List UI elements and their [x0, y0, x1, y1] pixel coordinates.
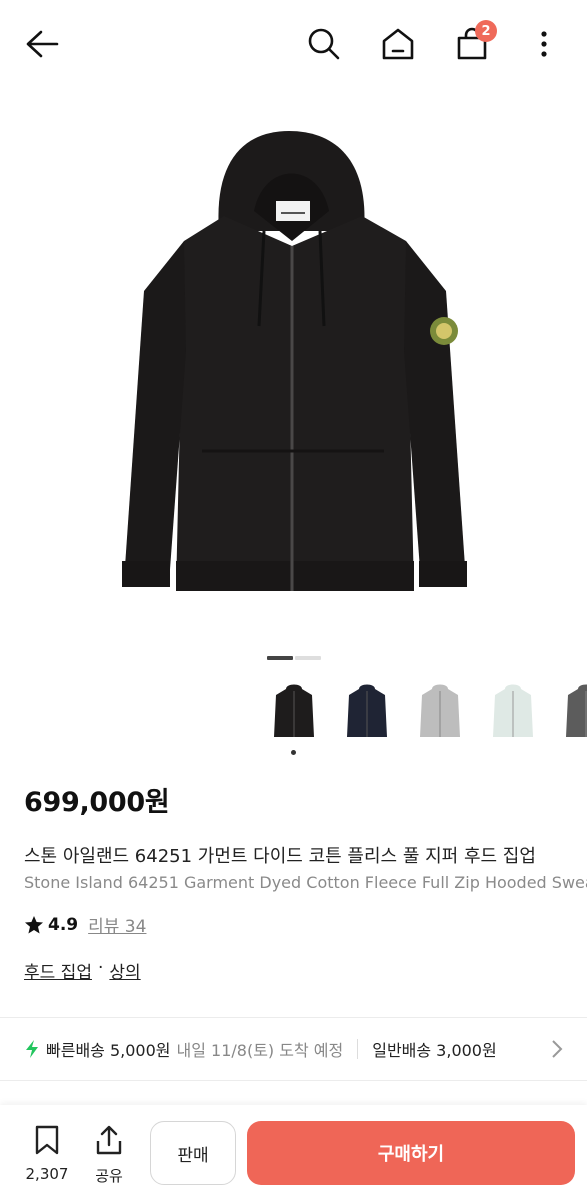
- divider: [0, 1080, 587, 1081]
- thumbnail-navy[interactable]: [335, 678, 399, 742]
- fast-shipping-label: 빠른배송 5,000원: [46, 1041, 171, 1060]
- product-image: [121, 131, 467, 591]
- product-price: 699,000원: [24, 787, 170, 818]
- buy-button[interactable]: 구매하기: [247, 1121, 575, 1185]
- save-count: 2,307: [25, 1165, 69, 1183]
- fast-shipping-eta: 내일 11/8(토) 도착 예정: [176, 1041, 344, 1060]
- review-link[interactable]: 리뷰 34: [88, 912, 146, 937]
- selected-thumbnail-dot: [291, 750, 296, 755]
- thumbnail-mint[interactable]: [481, 678, 545, 742]
- rating-row: 4.9 리뷰 34: [24, 912, 146, 937]
- color-thumbnails: [262, 672, 587, 758]
- star-icon: [25, 915, 43, 933]
- share-button[interactable]: 공유: [84, 1125, 134, 1186]
- page-indicator-active: [267, 656, 293, 660]
- search-button[interactable]: [302, 22, 346, 66]
- shipping-options[interactable]: 빠른배송 5,000원 내일 11/8(토) 도착 예정 일반배송 3,000원: [0, 1018, 587, 1080]
- cart-button[interactable]: 2: [450, 20, 497, 66]
- product-title-korean: 스톤 아일랜드 64251 가먼트 다이드 코튼 플리스 풀 지퍼 후드 집업: [24, 846, 536, 867]
- cart-count-badge: 2: [475, 20, 497, 42]
- hoodie-thumbnail-icon: [274, 684, 314, 737]
- carousel-page-indicator: [267, 656, 321, 660]
- category-separator: ·: [97, 958, 104, 978]
- back-arrow-icon: [26, 30, 59, 58]
- home-button[interactable]: [376, 22, 420, 66]
- thumbnail-black[interactable]: [262, 678, 326, 742]
- hoodie-thumbnail-icon: [493, 684, 533, 737]
- fast-shipping-option: 빠른배송 5,000원 내일 11/8(토) 도착 예정: [0, 1037, 343, 1061]
- bottom-action-bar: 2,307 공유 판매 구매하기: [0, 1105, 587, 1200]
- category-link-tops[interactable]: 상의: [109, 958, 140, 983]
- category-link-hood-zipup[interactable]: 후드 집업: [24, 958, 92, 983]
- save-button[interactable]: 2,307: [22, 1125, 72, 1183]
- share-label: 공유: [95, 1167, 123, 1185]
- hoodie-thumbnail-icon: [566, 684, 587, 737]
- hoodie-thumbnail-icon: [420, 684, 460, 737]
- more-options-button[interactable]: [522, 22, 566, 66]
- shipping-separator: [357, 1039, 359, 1059]
- rating-score: 4.9: [48, 914, 79, 935]
- share-icon: [96, 1125, 122, 1155]
- thumbnail-charcoal[interactable]: [554, 678, 587, 742]
- product-image-carousel[interactable]: [0, 86, 587, 646]
- top-app-bar: 2: [0, 0, 587, 86]
- bookmark-icon: [35, 1125, 59, 1155]
- chevron-right-icon: [552, 1040, 563, 1058]
- search-icon: [308, 28, 340, 60]
- home-icon: [382, 28, 414, 60]
- sell-button[interactable]: 판매: [150, 1121, 236, 1185]
- lightning-icon: [26, 1040, 38, 1058]
- more-vertical-icon: [541, 31, 547, 57]
- hoodie-thumbnail-icon: [347, 684, 387, 737]
- product-title-english: Stone Island 64251 Garment Dyed Cotton F…: [24, 873, 587, 892]
- page-indicator-inactive: [295, 656, 321, 660]
- normal-shipping-label: 일반배송 3,000원: [372, 1041, 497, 1060]
- category-breadcrumb: 후드 집업 · 상의: [24, 958, 141, 983]
- thumbnail-grey[interactable]: [408, 678, 472, 742]
- back-button[interactable]: [20, 22, 64, 66]
